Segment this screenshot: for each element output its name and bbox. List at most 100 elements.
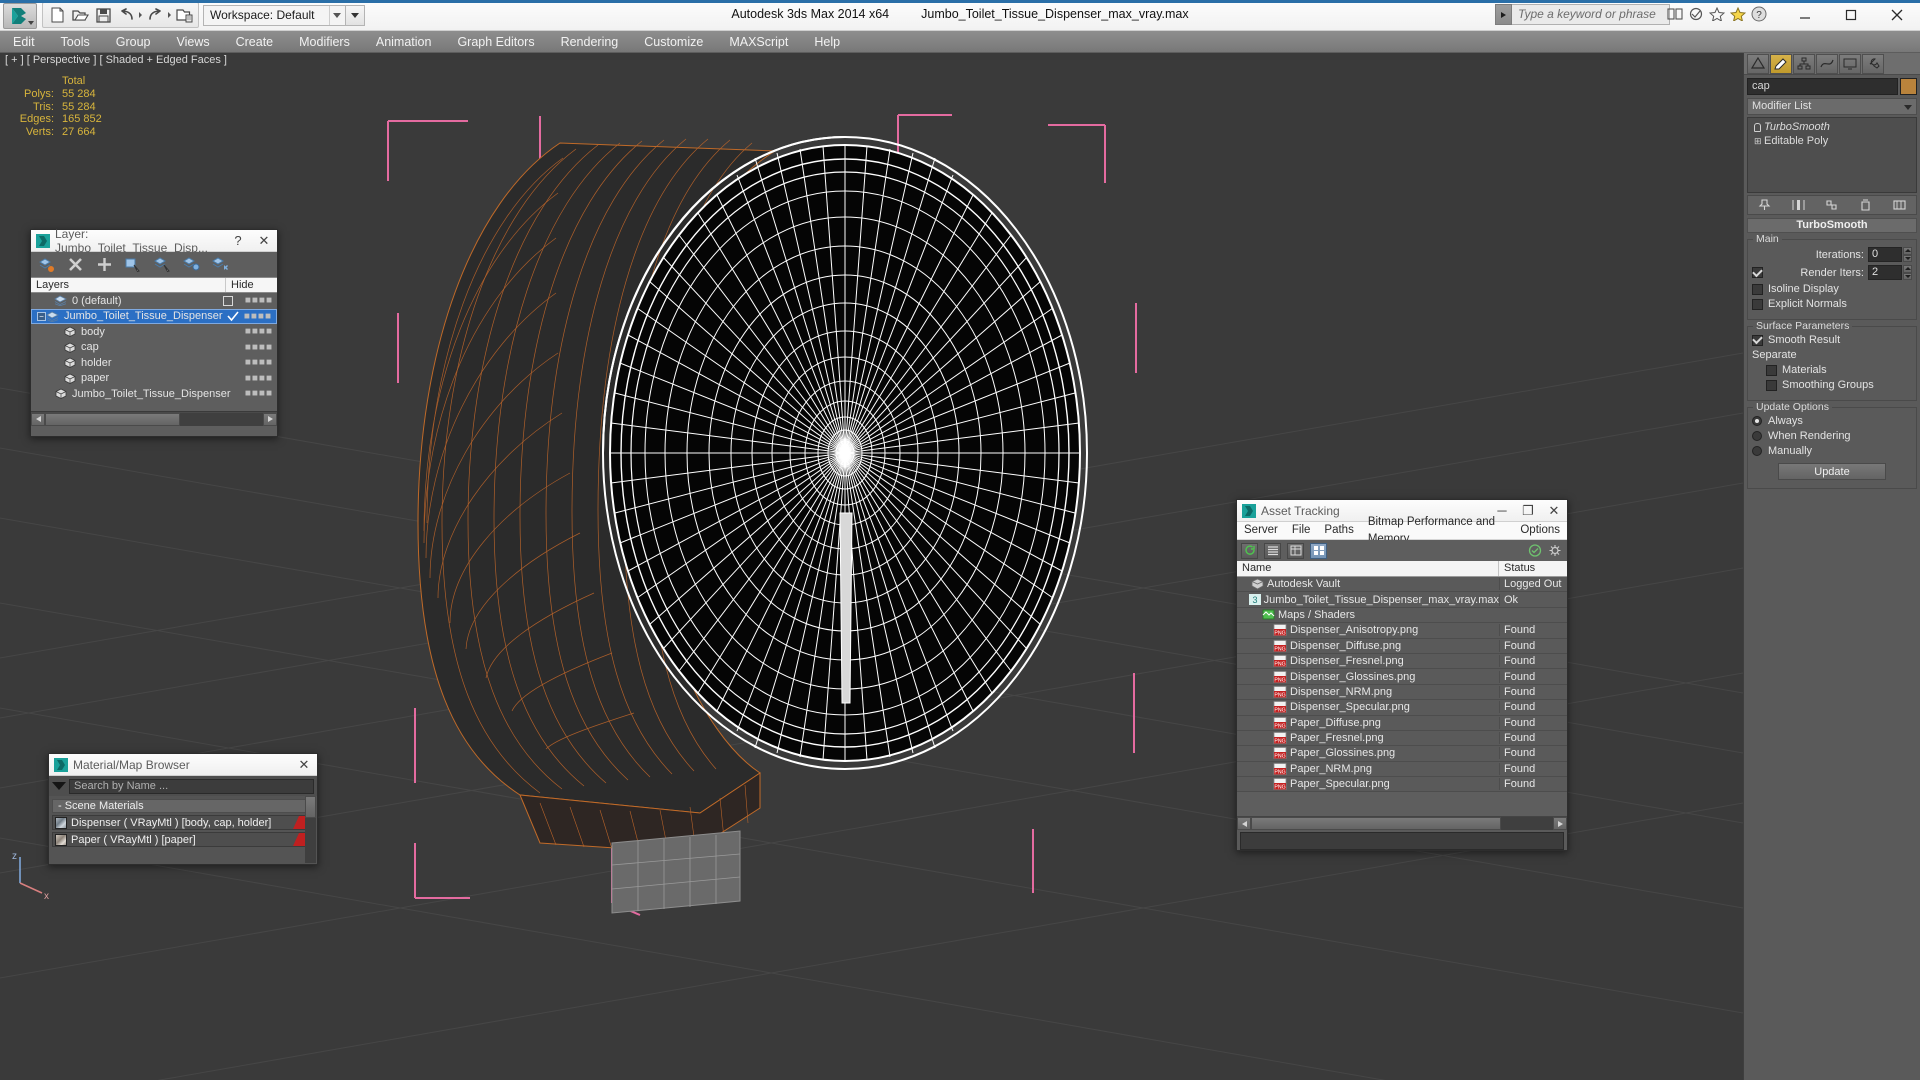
render-iters-input[interactable]: 2 — [1868, 265, 1902, 280]
layer-list[interactable]: 0 (default) ■■■■ − Jumbo_Toilet_Tissue_Disp… — [31, 293, 277, 411]
material-row-paper[interactable]: Paper ( VRayMtl ) [paper] — [52, 832, 314, 847]
asset-status-column-header[interactable]: Status — [1499, 561, 1567, 576]
materials-checkbox[interactable] — [1766, 364, 1777, 376]
viewport-label[interactable]: [ + ] [ Perspective ] [ Shaded + Edged F… — [5, 54, 227, 66]
scroll-track[interactable] — [45, 412, 263, 426]
modifier-stack[interactable]: TurboSmooth ⊞ Editable Poly — [1747, 117, 1917, 193]
new-layer-icon[interactable] — [37, 256, 55, 274]
pin-stack-icon[interactable] — [1756, 197, 1773, 213]
help-icon[interactable]: ? — [1750, 5, 1768, 23]
asset-row[interactable]: Maps / Shaders — [1237, 608, 1567, 624]
asset-row[interactable]: Autodesk Vault Logged Out — [1237, 577, 1567, 593]
menu-item-tools[interactable]: Tools — [48, 31, 103, 53]
select-objects-icon[interactable] — [124, 256, 142, 274]
communication-center-icon[interactable] — [1666, 5, 1684, 23]
set-project-folder-icon[interactable] — [173, 4, 195, 26]
always-radio[interactable] — [1752, 416, 1762, 426]
menu-item-customize[interactable]: Customize — [631, 31, 716, 53]
list-view-icon[interactable] — [1264, 542, 1281, 559]
update-option-when-rendering[interactable]: When Rendering — [1752, 430, 1912, 442]
new-file-icon[interactable] — [46, 4, 68, 26]
asset-row[interactable]: PNG Paper_Fresnel.png Found — [1237, 731, 1567, 747]
asset-name-column-header[interactable]: Name — [1237, 561, 1499, 576]
menu-item-graph-editors[interactable]: Graph Editors — [444, 31, 547, 53]
asset-tracking-maximize-button[interactable]: ❐ — [1515, 500, 1541, 521]
smoothing-groups-row[interactable]: Smoothing Groups — [1752, 379, 1912, 391]
material-browser-menu-icon[interactable] — [52, 782, 66, 790]
material-scroll-thumb[interactable] — [305, 796, 316, 818]
refresh-icon[interactable] — [1241, 542, 1258, 559]
asset-row[interactable]: PNG Dispenser_Diffuse.png Found — [1237, 639, 1567, 654]
layer-dialog-titlebar[interactable]: Layer: Jumbo_Toilet_Tissue_Disp... ? ✕ — [31, 227, 277, 255]
asset-menu-server[interactable]: Server — [1237, 522, 1285, 539]
render-iters-checkbox[interactable] — [1752, 267, 1763, 278]
layer-dialog-close-button[interactable]: ✕ — [251, 230, 277, 251]
subscription-icon[interactable] — [1687, 5, 1705, 23]
asset-row[interactable]: PNG Paper_Diffuse.png Found — [1237, 716, 1567, 731]
layer-row[interactable]: − Jumbo_Toilet_Tissue_Dispenser ■■■■ — [31, 308, 277, 324]
layer-row[interactable]: 0 (default) ■■■■ — [31, 293, 277, 309]
menu-item-help[interactable]: Help — [801, 31, 853, 53]
layer-expander-icon[interactable]: − — [37, 311, 46, 321]
material-list[interactable]: - Scene Materials Dispenser ( VRayMtl ) … — [49, 796, 317, 864]
iterations-input[interactable]: 0 — [1868, 247, 1902, 262]
smooth-result-row[interactable]: Smooth Result — [1752, 334, 1912, 346]
remove-modifier-icon[interactable] — [1857, 197, 1874, 213]
open-file-icon[interactable] — [69, 4, 91, 26]
grid-view-icon[interactable] — [1310, 542, 1327, 559]
asset-horizontal-scrollbar[interactable] — [1237, 816, 1567, 830]
display-tab[interactable] — [1839, 53, 1861, 74]
asset-row[interactable]: PNG Paper_Specular.png Found — [1237, 777, 1567, 793]
material-vertical-scrollbar[interactable] — [305, 796, 316, 863]
asset-row[interactable]: PNG Dispenser_NRM.png Found — [1237, 685, 1567, 701]
asset-scroll-left-icon[interactable] — [1237, 817, 1251, 830]
asset-menu-paths[interactable]: Paths — [1317, 522, 1360, 539]
rollout-header-turbosmooth[interactable]: TurboSmooth — [1747, 218, 1917, 233]
logo-dropdown-caret[interactable] — [28, 21, 34, 25]
layer-row[interactable]: body ■■■■ — [31, 324, 277, 340]
layer-horizontal-scrollbar[interactable] — [31, 411, 277, 426]
menu-item-edit[interactable]: Edit — [0, 31, 48, 53]
menu-item-animation[interactable]: Animation — [363, 31, 445, 53]
utilities-tab[interactable] — [1862, 53, 1884, 74]
update-button[interactable]: Update — [1778, 463, 1886, 480]
update-option-always[interactable]: Always — [1752, 415, 1912, 427]
asset-row[interactable]: PNG Paper_NRM.png Found — [1237, 762, 1567, 778]
redo-dropdown-caret[interactable] — [168, 12, 171, 18]
scene-materials-group-header[interactable]: - Scene Materials — [52, 799, 314, 813]
asset-menu-file[interactable]: File — [1285, 522, 1318, 539]
scroll-right-icon[interactable] — [263, 412, 277, 426]
object-name-input[interactable]: cap — [1747, 78, 1898, 95]
show-end-result-icon[interactable] — [1790, 197, 1807, 213]
menu-item-views[interactable]: Views — [163, 31, 222, 53]
select-highlighted-icon[interactable] — [153, 256, 171, 274]
favorites-star-icon[interactable] — [1729, 5, 1747, 23]
configure-sets-icon[interactable] — [1891, 197, 1908, 213]
add-layer-icon[interactable] — [95, 256, 113, 274]
explicit-normals-row[interactable]: Explicit Normals — [1752, 298, 1912, 310]
hierarchy-tab[interactable] — [1793, 53, 1815, 74]
layer-row[interactable]: paper ■■■■ — [31, 371, 277, 387]
save-file-icon[interactable] — [92, 4, 114, 26]
material-row-dispenser[interactable]: Dispenser ( VRayMtl ) [body, cap, holder… — [52, 815, 314, 830]
isoline-display-checkbox[interactable] — [1752, 283, 1763, 295]
object-color-swatch[interactable] — [1900, 78, 1917, 95]
workspace-caret-icon[interactable] — [328, 5, 345, 25]
asset-row[interactable]: PNG Dispenser_Specular.png Found — [1237, 700, 1567, 716]
asset-row[interactable]: PNG Paper_Glossines.png Found — [1237, 746, 1567, 762]
motion-tab[interactable] — [1816, 53, 1838, 74]
layer-row[interactable]: holder ■■■■ — [31, 355, 277, 371]
vault-login-icon[interactable] — [1526, 543, 1543, 559]
material-map-browser-dialog[interactable]: Material/Map Browser ✕ Search by Name ..… — [48, 753, 318, 865]
scroll-thumb[interactable] — [45, 412, 180, 426]
asset-scroll-track[interactable] — [1251, 817, 1553, 830]
layer-dialog-help-button[interactable]: ? — [225, 230, 251, 251]
undo-dropdown-caret[interactable] — [139, 12, 142, 18]
workspace-dropdown-button[interactable] — [345, 4, 365, 26]
menu-item-create[interactable]: Create — [223, 31, 287, 53]
modify-tab[interactable] — [1770, 53, 1792, 74]
asset-row[interactable]: PNG Dispenser_Fresnel.png Found — [1237, 654, 1567, 670]
hide-column-header[interactable]: Hide — [226, 278, 277, 292]
iterations-spinner[interactable] — [1903, 247, 1912, 262]
layer-row[interactable]: cap ■■■■ — [31, 340, 277, 356]
